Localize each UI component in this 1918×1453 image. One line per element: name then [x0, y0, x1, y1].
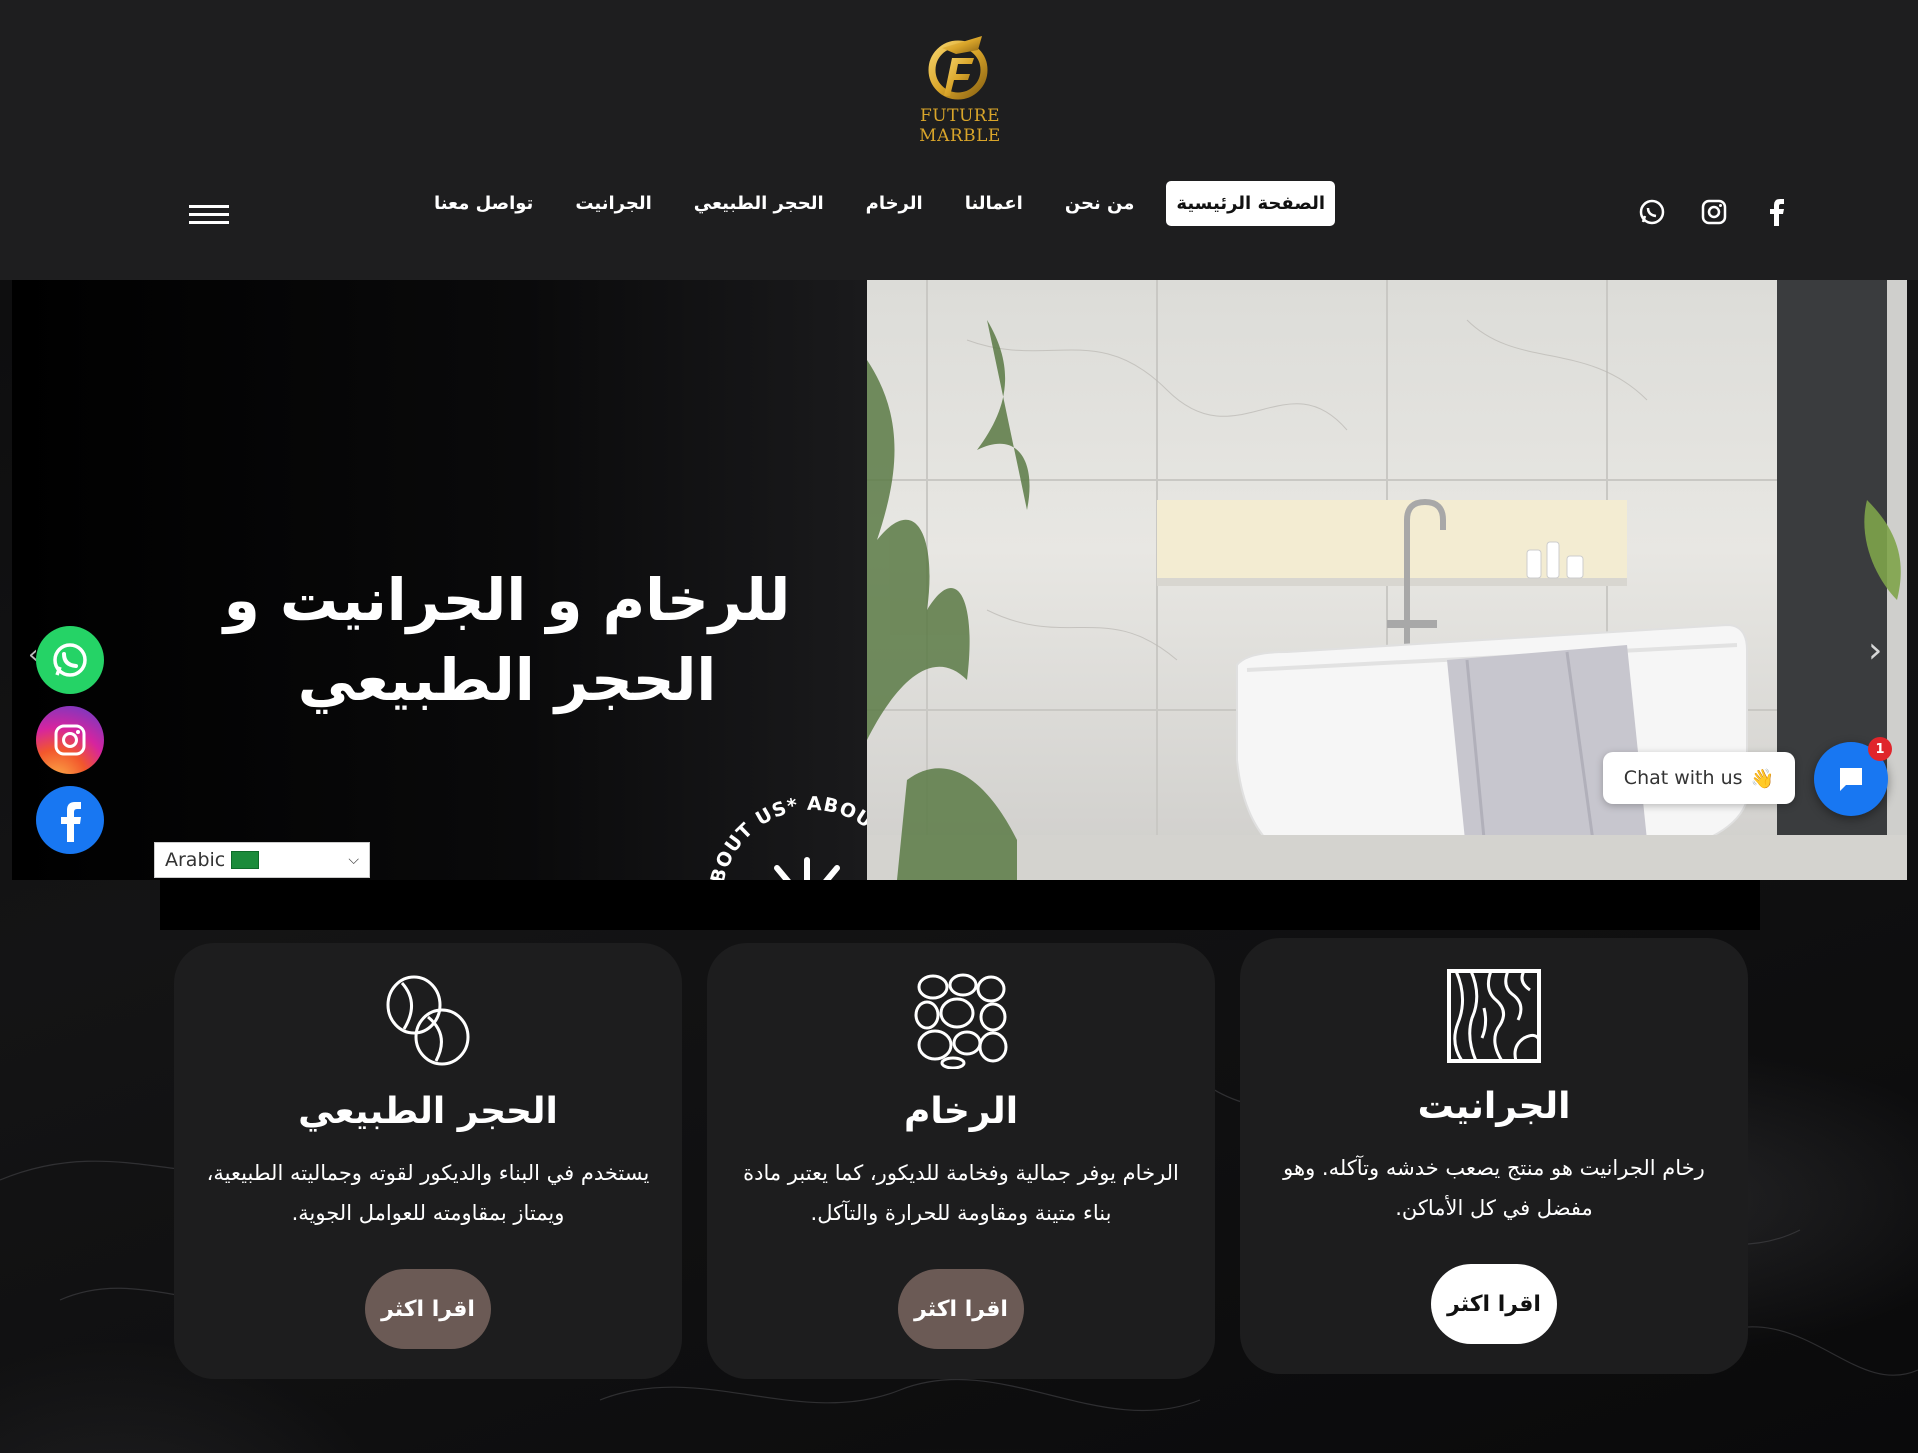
card-title: الجرانيت	[1417, 1086, 1571, 1127]
card-text: يستخدم في البناء والديكور لقوته وجماليته…	[206, 1161, 650, 1225]
site-header: FUTURE MARBLE الصفحة الرئيسية من نحن اعم…	[0, 0, 1918, 280]
nav-item-home[interactable]: الصفحة الرئيسية	[1166, 181, 1335, 226]
nav-item-natural-stone[interactable]: الحجر الطبيعي	[684, 181, 834, 226]
chat-label: Chat with us	[1623, 767, 1743, 789]
chat-unread-badge: 1	[1868, 737, 1892, 761]
floating-social-bar	[36, 626, 104, 854]
coffee-beans-icon	[174, 973, 682, 1069]
card-title: الرخام	[903, 1091, 1019, 1132]
page: FUTURE MARBLE الصفحة الرئيسية من نحن اعم…	[0, 0, 1918, 1453]
read-more-button[interactable]: اقرا اكثر	[898, 1269, 1024, 1349]
waving-hand-icon: 👋	[1750, 767, 1775, 790]
whatsapp-icon[interactable]	[1636, 196, 1668, 228]
read-more-button[interactable]: اقرا اكثر	[1431, 1264, 1557, 1344]
card-natural-stone: الحجر الطبيعي يستخدم في البناء والديكور …	[174, 943, 682, 1379]
floating-facebook-icon[interactable]	[36, 786, 104, 854]
nav-item-contact[interactable]: تواصل معنا	[424, 181, 543, 226]
chat-prompt[interactable]: Chat with us 👋	[1603, 752, 1795, 804]
stones-icon	[707, 973, 1215, 1069]
chevron-down-icon: ⌵	[348, 852, 359, 868]
read-more-button[interactable]: اقرا اكثر	[365, 1269, 491, 1349]
logo-text: FUTURE MARBLE	[919, 106, 1001, 146]
instagram-icon[interactable]	[1698, 196, 1730, 228]
granite-pattern-icon	[1240, 968, 1748, 1064]
header-social-links	[1636, 196, 1792, 228]
hero-title: للرخام و الجرانيت و الحجر الطبيعي	[223, 566, 791, 714]
main-nav: الصفحة الرئيسية من نحن اعمالنا الرخام ال…	[402, 181, 1335, 226]
saudi-flag-icon	[231, 851, 260, 869]
menu-icon[interactable]	[189, 205, 229, 229]
facebook-icon[interactable]	[1760, 196, 1792, 228]
logo-emblem-icon	[928, 36, 988, 100]
floating-instagram-icon[interactable]	[36, 706, 104, 774]
chat-icon	[1840, 768, 1862, 791]
card-text: الرخام يوفر جمالية وفخامة للديكور، كما ي…	[743, 1161, 1179, 1225]
hero-bottom-strip	[160, 880, 1760, 930]
card-granite: الجرانيت رخام الجرانيت هو منتج يصعب خدشه…	[1240, 938, 1748, 1374]
card-marble: الرخام الرخام يوفر جمالية وفخامة للديكور…	[707, 943, 1215, 1379]
card-text: رخام الجرانيت هو منتج يصعب خدشه وتآكله. …	[1283, 1156, 1705, 1220]
card-title: الحجر الطبيعي	[298, 1091, 558, 1132]
nav-item-marble[interactable]: الرخام	[856, 181, 933, 226]
nav-item-granite[interactable]: الجرانيت	[565, 181, 661, 226]
nav-item-about[interactable]: من نحن	[1055, 181, 1145, 226]
floating-whatsapp-icon[interactable]	[36, 626, 104, 694]
nav-item-works[interactable]: اعمالنا	[955, 181, 1033, 226]
language-label: Arabic	[165, 849, 226, 871]
logo[interactable]: FUTURE MARBLE	[885, 28, 1035, 146]
hero-next-arrow-icon[interactable]: ›	[1868, 630, 1882, 671]
language-select[interactable]: Arabic ⌵	[154, 842, 370, 878]
